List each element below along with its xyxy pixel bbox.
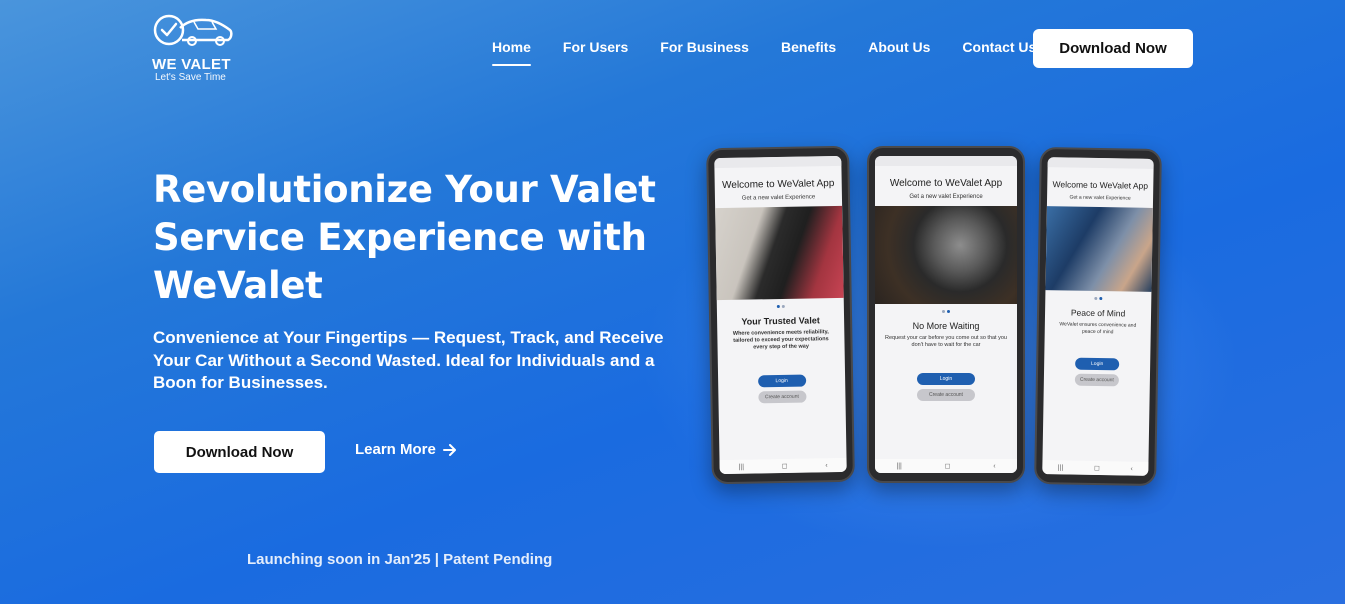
car-wheel-hourglass-image bbox=[875, 206, 1017, 304]
slide-text: Request your car before you come out so … bbox=[885, 335, 1007, 348]
home-icon: ◻ bbox=[944, 463, 951, 470]
android-nav-bar: ||| ◻ ‹ bbox=[719, 457, 847, 475]
slide-text: Where convenience meets reliability, tai… bbox=[732, 329, 829, 351]
phone-mockup-1: Welcome to WeValet App Get a new valet E… bbox=[706, 145, 855, 485]
hero-title: Revolutionize Your Valet Service Experie… bbox=[153, 168, 656, 307]
app-title: Welcome to WeValet App bbox=[721, 178, 835, 191]
back-icon: ‹ bbox=[1130, 465, 1133, 473]
android-nav-bar: ||| ◻ ‹ bbox=[1042, 460, 1149, 476]
back-icon: ‹ bbox=[825, 461, 828, 469]
recents-icon: ||| bbox=[1057, 463, 1064, 471]
back-icon: ‹ bbox=[993, 462, 996, 470]
nav-about-us[interactable]: About Us bbox=[868, 39, 930, 55]
login-button: Login bbox=[917, 373, 975, 385]
nav-home[interactable]: Home bbox=[492, 39, 531, 66]
login-button: Login bbox=[1075, 357, 1120, 371]
phone-mockup-2: Welcome to WeValet App Get a new valet E… bbox=[867, 146, 1025, 483]
phone-mockup-3: Welcome to WeValet App Get a new valet E… bbox=[1034, 146, 1162, 487]
phone-screen: Welcome to WeValet App Get a new valet E… bbox=[1042, 157, 1154, 476]
status-bar bbox=[875, 156, 1017, 166]
app-title: Welcome to WeValet App bbox=[889, 178, 1003, 189]
learn-more-link[interactable]: Learn More bbox=[355, 441, 457, 458]
recents-icon: ||| bbox=[738, 463, 745, 471]
create-account-button: Create account bbox=[1074, 373, 1119, 387]
logo-name: WE VALET bbox=[152, 56, 231, 73]
logo-tagline: Let's Save Time bbox=[155, 72, 226, 83]
nav-contact-us[interactable]: Contact Us bbox=[962, 39, 1036, 55]
slide-heading: Your Trusted Valet bbox=[741, 315, 820, 327]
app-title: Welcome to WeValet App bbox=[1052, 179, 1149, 191]
carousel-dots bbox=[1045, 296, 1151, 301]
phone-screen: Welcome to WeValet App Get a new valet E… bbox=[875, 156, 1017, 473]
car-clock-logo-icon bbox=[153, 14, 233, 46]
carousel-dot bbox=[1099, 297, 1103, 301]
hero-download-button[interactable]: Download Now bbox=[154, 431, 325, 473]
app-subtitle: Get a new valet Experience bbox=[1069, 194, 1131, 202]
phone-in-hand-image bbox=[1045, 206, 1153, 292]
phone-screen: Welcome to WeValet App Get a new valet E… bbox=[714, 155, 847, 475]
nav-for-business[interactable]: For Business bbox=[660, 39, 749, 55]
slide-heading: Peace of Mind bbox=[1070, 307, 1126, 319]
valet-handing-key-image bbox=[715, 205, 844, 301]
learn-more-label: Learn More bbox=[355, 441, 436, 458]
nav-for-users[interactable]: For Users bbox=[563, 39, 628, 55]
home-icon: ◻ bbox=[781, 462, 788, 471]
carousel-dots bbox=[717, 304, 844, 309]
create-account-button: Create account bbox=[757, 390, 807, 404]
status-bar bbox=[1047, 157, 1154, 169]
carousel-dot bbox=[781, 304, 785, 308]
status-bar bbox=[714, 155, 842, 169]
create-account-button: Create account bbox=[917, 389, 975, 401]
recents-icon: ||| bbox=[896, 462, 902, 470]
main-nav: Home For Users For Business Benefits Abo… bbox=[492, 39, 1068, 66]
slide-text: WeValet ensures convenience and peace of… bbox=[1059, 321, 1137, 336]
app-subtitle: Get a new valet Experience bbox=[741, 194, 816, 202]
app-subtitle: Get a new valet Experience bbox=[909, 194, 983, 200]
carousel-dot bbox=[942, 310, 945, 313]
nav-benefits[interactable]: Benefits bbox=[781, 39, 836, 55]
launch-notice: Launching soon in Jan'25 | Patent Pendin… bbox=[247, 551, 553, 568]
android-nav-bar: ||| ◻ ‹ bbox=[875, 459, 1017, 473]
carousel-dot bbox=[776, 305, 780, 309]
login-button: Login bbox=[757, 374, 806, 388]
home-icon: ◻ bbox=[1093, 464, 1100, 473]
slide-heading: No More Waiting bbox=[912, 321, 980, 331]
carousel-dots bbox=[875, 310, 1017, 313]
carousel-dot bbox=[947, 310, 950, 313]
header-download-button[interactable]: Download Now bbox=[1033, 29, 1193, 68]
carousel-dot bbox=[1094, 296, 1098, 300]
hero-subtitle: Convenience at Your Fingertips — Request… bbox=[153, 328, 664, 392]
logo[interactable]: WE VALET Let's Save Time bbox=[152, 12, 242, 83]
arrow-right-icon bbox=[442, 443, 456, 456]
